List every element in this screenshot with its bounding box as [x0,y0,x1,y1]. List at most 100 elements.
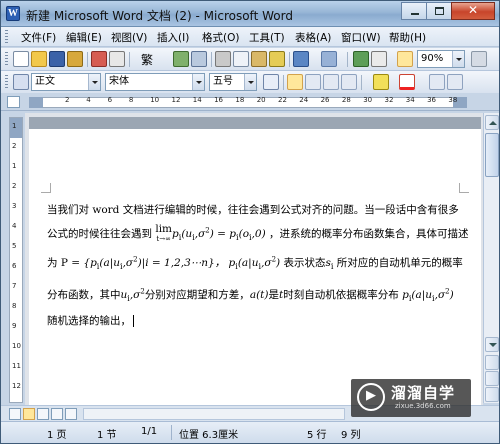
toolbar-grip[interactable] [5,75,8,90]
print-icon[interactable] [91,51,107,67]
ruler-track[interactable] [29,97,467,108]
align-center-icon[interactable] [305,74,321,90]
chevron-down-icon[interactable] [452,51,464,67]
grow-font-icon[interactable] [429,74,445,90]
styles-icon[interactable] [13,74,29,90]
insert-table-icon[interactable] [371,51,387,67]
toolbar-grip[interactable] [5,52,8,67]
math-a-t: a(t) [249,289,269,301]
equation-icon[interactable] [263,74,279,90]
menu-table[interactable]: 表格(A) [295,30,331,45]
formatting-toolbar: 正文 宋体 五号 [1,71,499,94]
menu-view[interactable]: 视图(V) [111,30,147,45]
undo-icon[interactable] [293,51,309,67]
size-select[interactable]: 五号 [209,73,257,91]
align-right-icon[interactable] [323,74,339,90]
justify-icon[interactable] [341,74,357,90]
toolbar-options-icon[interactable] [471,51,487,67]
show-hide-icon[interactable] [397,51,413,67]
align-left-icon[interactable] [287,74,303,90]
redo-icon[interactable] [321,51,337,67]
open-icon[interactable] [31,51,47,67]
shrink-font-icon[interactable] [447,74,463,90]
document-page[interactable]: 当我们对 word 文档进行编辑的时候，往往会遇到公式对齐的问题。当一段话中含有… [29,117,481,405]
tab-selector-icon[interactable] [7,96,20,108]
math-object[interactable]: pi(a|ui,σ2) [402,288,454,304]
font-color-icon[interactable] [399,74,415,90]
chevron-down-icon[interactable] [88,74,100,90]
hyperlink-icon[interactable] [353,51,369,67]
maximize-button[interactable] [426,2,452,20]
previous-page-button[interactable] [485,355,499,370]
word-app-icon[interactable]: W [6,6,20,21]
print-preview-icon[interactable] [109,51,125,67]
document-area[interactable]: 当我们对 word 文档进行编辑的时候，往往会遇到公式对齐的问题。当一段话中含有… [25,113,483,405]
research-icon[interactable] [191,51,207,67]
spelling-icon[interactable] [173,51,189,67]
new-icon[interactable] [13,51,29,67]
print-layout-view-icon[interactable] [37,408,49,420]
math-text: ) = p [209,228,237,240]
ruler-number: 20 [256,96,266,104]
save-icon[interactable] [49,51,65,67]
status-line: 5 行 [307,430,327,441]
zoom-select[interactable]: 90% [417,50,465,68]
math-text: ,σ [194,228,206,240]
menu-insert[interactable]: 插入(I) [157,30,189,45]
next-page-button[interactable] [485,387,499,402]
vertical-ruler-number: 6 [12,262,17,270]
style-select[interactable]: 正文 [31,73,101,91]
close-button[interactable]: ✕ [451,2,495,20]
font-select[interactable]: 宋体 [105,73,205,91]
menu-file[interactable]: 文件(F) [21,30,56,45]
normal-view-icon[interactable] [9,408,21,420]
scroll-up-button[interactable] [485,115,499,130]
title-bar[interactable]: W 新建 Microsoft Word 文档 (2) - Microsoft W… [1,1,499,27]
font-value: 宋体 [109,76,129,87]
math-object[interactable]: ， pi(a|ui,σ2) [215,256,281,272]
web-layout-view-icon[interactable] [23,408,35,420]
vertical-scrollbar[interactable] [483,113,499,403]
permission-icon[interactable] [67,51,83,67]
menu-help[interactable]: 帮助(H) [389,30,426,45]
horizontal-scrollbar[interactable] [83,408,345,420]
watermark: 溜溜自学 zixue.3d66.com [351,379,471,417]
menu-grip[interactable] [5,30,8,44]
math-object[interactable]: {pi(a|ui,σ2)|i = 1,2,3⋯n} [83,256,215,272]
cut-icon[interactable] [215,51,231,67]
paragraph-line-2: 公式的时候往往会遇到 lim t→∞ pi(ui,σ2) = pi(oi,0) … [47,224,469,244]
scroll-thumb[interactable] [485,133,499,177]
chevron-down-icon[interactable] [192,74,204,90]
vertical-ruler-number: 3 [12,202,17,210]
math-text: (a|u [411,289,433,301]
copy-icon[interactable] [233,51,249,67]
ruler-number: 36 [427,96,437,104]
menu-window[interactable]: 窗口(W) [341,30,381,45]
maximize-icon [435,7,444,15]
toolbar-separator [289,52,290,67]
vertical-ruler[interactable]: 1 2 1 2 3 4 5 6 7 8 9 10 11 12 [9,117,23,403]
reading-view-icon[interactable] [65,408,77,420]
menu-format[interactable]: 格式(O) [202,30,239,45]
minimize-button[interactable] [401,2,427,20]
scroll-down-button[interactable] [485,337,499,352]
math-lim-sub: t→∞ [156,235,171,243]
menu-edit[interactable]: 编辑(E) [66,30,102,45]
highlight-icon[interactable] [373,74,389,90]
vertical-ruler-number: 9 [12,322,17,330]
status-page-of: 1/1 [141,426,158,437]
vertical-ruler-number: 1 [12,162,17,170]
ruler-number: 18 [235,96,245,104]
format-painter-icon[interactable] [269,51,285,67]
math-object[interactable]: lim t→∞ pi(ui,σ2) = pi(oi,0) [155,224,269,243]
chevron-down-icon[interactable] [244,74,256,90]
horizontal-ruler[interactable]: 2 4 6 8 10 12 14 16 18 20 22 24 26 28 30 32 34 36 38 [1,93,499,111]
math-text: )|i = 1,2,3⋯n} [137,257,215,269]
math-text: ) [276,257,281,269]
paragraph-line-4: 分布函数，其中ui,σ2分别对应期望和方差，a(t)是t时刻自动机依据概率分布 … [47,287,454,304]
select-browse-object-button[interactable] [485,371,499,386]
simplified-traditional-icon[interactable]: 繁 [141,51,153,68]
outline-view-icon[interactable] [51,408,63,420]
menu-tools[interactable]: 工具(T) [249,30,285,45]
paste-icon[interactable] [251,51,267,67]
